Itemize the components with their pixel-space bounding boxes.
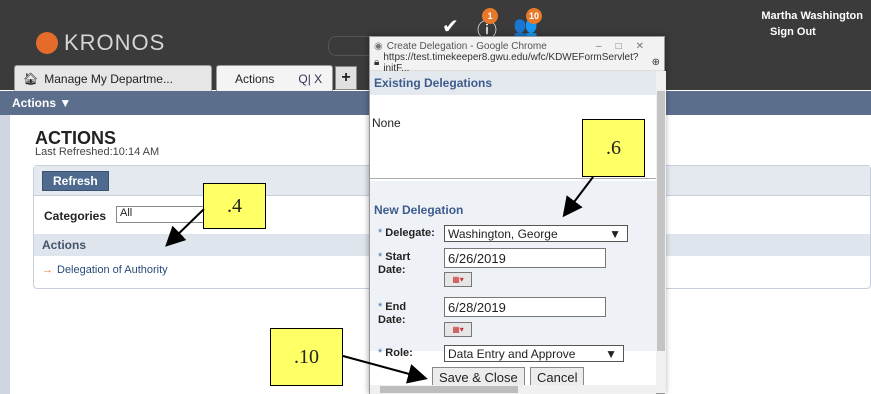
arrow-callout-4 [165, 208, 205, 247]
arrow-callout-10 [342, 355, 428, 384]
annotation-arrows [165, 176, 594, 384]
arrow-callout-6 [562, 176, 594, 218]
